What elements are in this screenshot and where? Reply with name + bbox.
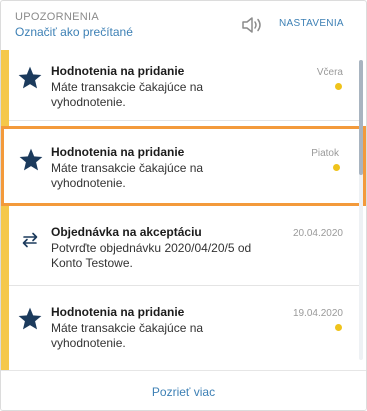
notification-date: Piatok — [311, 148, 339, 159]
settings-link[interactable]: NASTAVENIA — [279, 18, 344, 29]
notification-description: Máte transakcie čakajúce na vyhodnotenie… — [51, 80, 204, 109]
speaker-icon[interactable] — [241, 15, 267, 35]
notification-item[interactable]: Hodnotenia na pridanie Máte transakcie č… — [9, 287, 359, 370]
list-scrollbar[interactable] — [359, 60, 363, 360]
unread-dot — [335, 83, 342, 90]
unread-dot — [333, 164, 340, 171]
notifications-panel: UPOZORNENIA Označiť ako prečítané NASTAV… — [0, 0, 367, 411]
notification-description: Potvrďte objednávku 2020/04/20/5 od Kont… — [51, 241, 252, 270]
notification-item[interactable]: Objednávka na akceptáciu Potvrďte objedn… — [9, 210, 359, 286]
notification-description: Máte transakcie čakajúce na vyhodnotenie… — [51, 161, 204, 190]
unread-dot — [335, 324, 342, 331]
see-more-link[interactable]: Pozrieť viac — [1, 385, 366, 399]
notification-date: 20.04.2020 — [292, 228, 343, 239]
notification-date: 19.04.2020 — [292, 308, 343, 319]
notifications-footer: Pozrieť viac — [1, 370, 366, 410]
scrollbar-thumb[interactable] — [359, 60, 363, 175]
notification-title: Hodnotenia na pridanie — [51, 145, 185, 159]
notification-item-selected[interactable]: Hodnotenia na pridanie Máte transakcie č… — [1, 126, 366, 206]
notification-date: Včera — [316, 67, 343, 78]
notifications-list[interactable]: Hodnotenia na pridanie Máte transakcie č… — [1, 50, 366, 370]
star-icon — [17, 65, 43, 91]
notification-title: Objednávka na akceptáciu — [51, 225, 202, 239]
unread-accent-bar — [1, 50, 9, 370]
notification-description: Máte transakcie čakajúce na vyhodnotenie… — [51, 321, 204, 350]
star-icon — [17, 306, 43, 332]
exchange-arrows-icon — [17, 227, 43, 253]
notification-title: Hodnotenia na pridanie — [51, 305, 185, 319]
notification-item[interactable]: Hodnotenia na pridanie Máte transakcie č… — [9, 50, 359, 121]
star-icon — [18, 147, 44, 173]
notifications-header: UPOZORNENIA Označiť ako prečítané NASTAV… — [1, 1, 366, 49]
mark-all-read-link[interactable]: Označiť ako prečítané — [15, 25, 133, 39]
panel-title: UPOZORNENIA — [15, 11, 99, 23]
notification-title: Hodnotenia na pridanie — [51, 64, 185, 78]
